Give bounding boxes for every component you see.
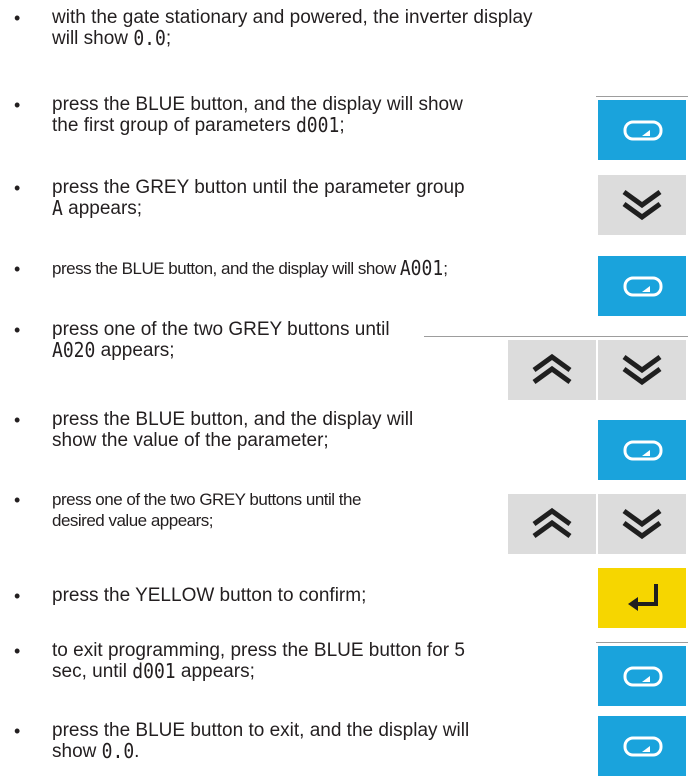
divider (596, 642, 688, 643)
return-icon (628, 584, 658, 611)
double-chevron-down-icon (622, 189, 662, 221)
step-text: press one of the two GREY buttons until … (52, 490, 361, 530)
yellow-confirm-button[interactable] (598, 568, 686, 628)
blue-enter-button[interactable] (598, 256, 686, 316)
grey-down-button[interactable] (598, 340, 686, 400)
display-code: A020 (52, 338, 96, 363)
bullet: • (14, 490, 21, 510)
grey-up-button[interactable] (508, 494, 596, 554)
enter-icon (623, 120, 663, 141)
display-code: d001 (295, 113, 340, 138)
step-text: to exit programming, press the BLUE butt… (52, 640, 465, 684)
bullet: • (14, 586, 21, 606)
grey-up-button[interactable] (508, 340, 596, 400)
double-chevron-up-icon (532, 353, 572, 385)
divider (424, 336, 688, 337)
step-text: press the BLUE button, and the display w… (52, 94, 463, 138)
step-text: press the YELLOW button to confirm; (52, 585, 367, 606)
display-code: A001 (399, 256, 444, 281)
bullet: • (14, 259, 21, 279)
step-text: press the GREY button until the paramete… (52, 177, 465, 221)
step-text: with the gate stationary and powered, th… (52, 7, 533, 51)
blue-enter-button[interactable] (598, 716, 686, 776)
step-text: press the BLUE button, and the display w… (52, 409, 414, 451)
double-chevron-down-icon (622, 508, 662, 540)
step-text: press the BLUE button, and the display w… (52, 256, 448, 281)
divider (596, 96, 688, 97)
bullet: • (14, 320, 21, 340)
step-text: press the BLUE button to exit, and the d… (52, 720, 470, 764)
enter-icon (623, 276, 663, 297)
display-code: 0.0 (101, 739, 135, 764)
bullet: • (14, 721, 21, 741)
display-code: 0.0 (133, 26, 166, 51)
enter-icon (623, 666, 663, 687)
bullet: • (14, 8, 21, 28)
grey-down-button[interactable] (598, 175, 686, 235)
step-text: press one of the two GREY buttons until … (52, 319, 390, 363)
blue-enter-button[interactable] (598, 646, 686, 706)
double-chevron-down-icon (622, 354, 662, 386)
bullet: • (14, 95, 21, 115)
bullet: • (14, 641, 21, 661)
blue-enter-button[interactable] (598, 420, 686, 480)
grey-down-button[interactable] (598, 494, 686, 554)
display-code: d001 (132, 659, 176, 684)
double-chevron-up-icon (532, 507, 572, 539)
blue-enter-button[interactable] (598, 100, 686, 160)
bullet: • (14, 410, 21, 430)
enter-icon (623, 736, 663, 757)
display-code: A (52, 196, 63, 221)
bullet: • (14, 178, 21, 198)
enter-icon (623, 440, 663, 461)
